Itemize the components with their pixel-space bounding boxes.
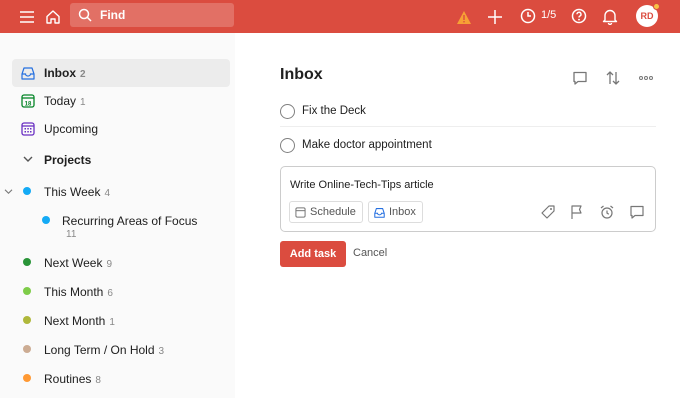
flag-icon[interactable] [569, 204, 585, 220]
divider [280, 126, 656, 127]
inbox-icon [21, 67, 35, 80]
sidebar-item-inbox[interactable]: Inbox 2 [12, 59, 230, 87]
search-placeholder: Find [100, 8, 126, 22]
task-item: Fix the Deck [280, 104, 656, 137]
project-color-dot [23, 345, 31, 353]
schedule-label: Schedule [310, 206, 356, 218]
project-color-dot [23, 187, 31, 195]
schedule-button[interactable]: Schedule [289, 201, 363, 223]
project-count: 6 [107, 288, 113, 299]
project-label: This Month [44, 285, 104, 299]
projects-header-label: Projects [44, 153, 92, 167]
comment-icon[interactable] [629, 204, 645, 220]
project-picker-label: Inbox [389, 206, 416, 218]
calendar-today-icon: 18 [21, 94, 35, 108]
svg-text:18: 18 [25, 102, 32, 108]
comment-icon[interactable] [572, 70, 588, 86]
sidebar-item-label: Today [44, 94, 77, 108]
project-color-dot [23, 258, 31, 266]
page-title: Inbox [280, 66, 323, 83]
project-count: 9 [106, 259, 113, 270]
more-options-icon[interactable] [638, 70, 654, 86]
add-icon[interactable] [486, 8, 504, 26]
task-checkbox[interactable] [280, 104, 295, 119]
project-label: Long Term / On Hold [44, 343, 155, 357]
project-label: This Week [44, 185, 101, 199]
search-input[interactable]: Find [70, 3, 234, 27]
help-icon[interactable] [570, 7, 588, 25]
project-label: Routines [44, 372, 92, 386]
sidebar-item-count: 1 [80, 97, 86, 108]
alarm-clock-icon[interactable] [599, 204, 615, 220]
project-picker-button[interactable]: Inbox [368, 201, 423, 223]
project-color-dot [23, 287, 31, 295]
task-label[interactable]: Fix the Deck [302, 105, 366, 117]
karma-progress[interactable]: 1/5 [541, 9, 556, 21]
tag-icon[interactable] [540, 204, 556, 220]
bell-icon[interactable] [601, 7, 619, 25]
search-icon [78, 8, 92, 22]
project-color-dot [42, 216, 50, 224]
project-count: 11 [66, 229, 77, 240]
add-task-button[interactable]: Add task [280, 241, 346, 267]
top-bar: Find 1/5 RD [0, 0, 680, 33]
project-label: Recurring Areas of Focus [62, 214, 198, 228]
calendar-upcoming-icon [21, 122, 35, 136]
task-checkbox[interactable] [280, 138, 295, 153]
inbox-icon [374, 208, 385, 218]
project-color-dot [23, 316, 31, 324]
sidebar-item-label: Upcoming [44, 122, 99, 136]
sidebar-item-upcoming[interactable]: Upcoming [12, 115, 230, 143]
project-label: Next Week [44, 256, 103, 270]
project-count: 1 [109, 317, 115, 328]
project-count: 4 [104, 188, 111, 199]
task-editor: Write Online-Tech-Tips article Schedule … [280, 166, 656, 232]
project-count: 8 [95, 375, 101, 386]
calendar-icon [295, 207, 306, 218]
sidebar-item-count: 2 [80, 69, 86, 80]
menu-icon[interactable] [18, 8, 36, 26]
project-count: 3 [158, 346, 165, 357]
cancel-button[interactable]: Cancel [353, 247, 387, 259]
task-label[interactable]: Make doctor appointment [302, 139, 432, 151]
chevron-down-icon [23, 156, 33, 162]
project-label: Next Month [44, 314, 106, 328]
task-name-input[interactable]: Write Online-Tech-Tips article [290, 179, 434, 191]
productivity-icon[interactable] [519, 7, 537, 25]
notification-dot [653, 3, 660, 10]
sidebar-item-label: Inbox [44, 66, 76, 80]
chevron-down-icon[interactable] [4, 188, 13, 195]
home-icon[interactable] [44, 8, 62, 26]
sidebar-item-today[interactable]: 18 Today 1 [12, 87, 230, 115]
sort-icon[interactable] [605, 70, 621, 86]
projects-header[interactable]: Projects [12, 146, 230, 174]
warning-icon[interactable] [455, 8, 473, 26]
project-color-dot [23, 374, 31, 382]
